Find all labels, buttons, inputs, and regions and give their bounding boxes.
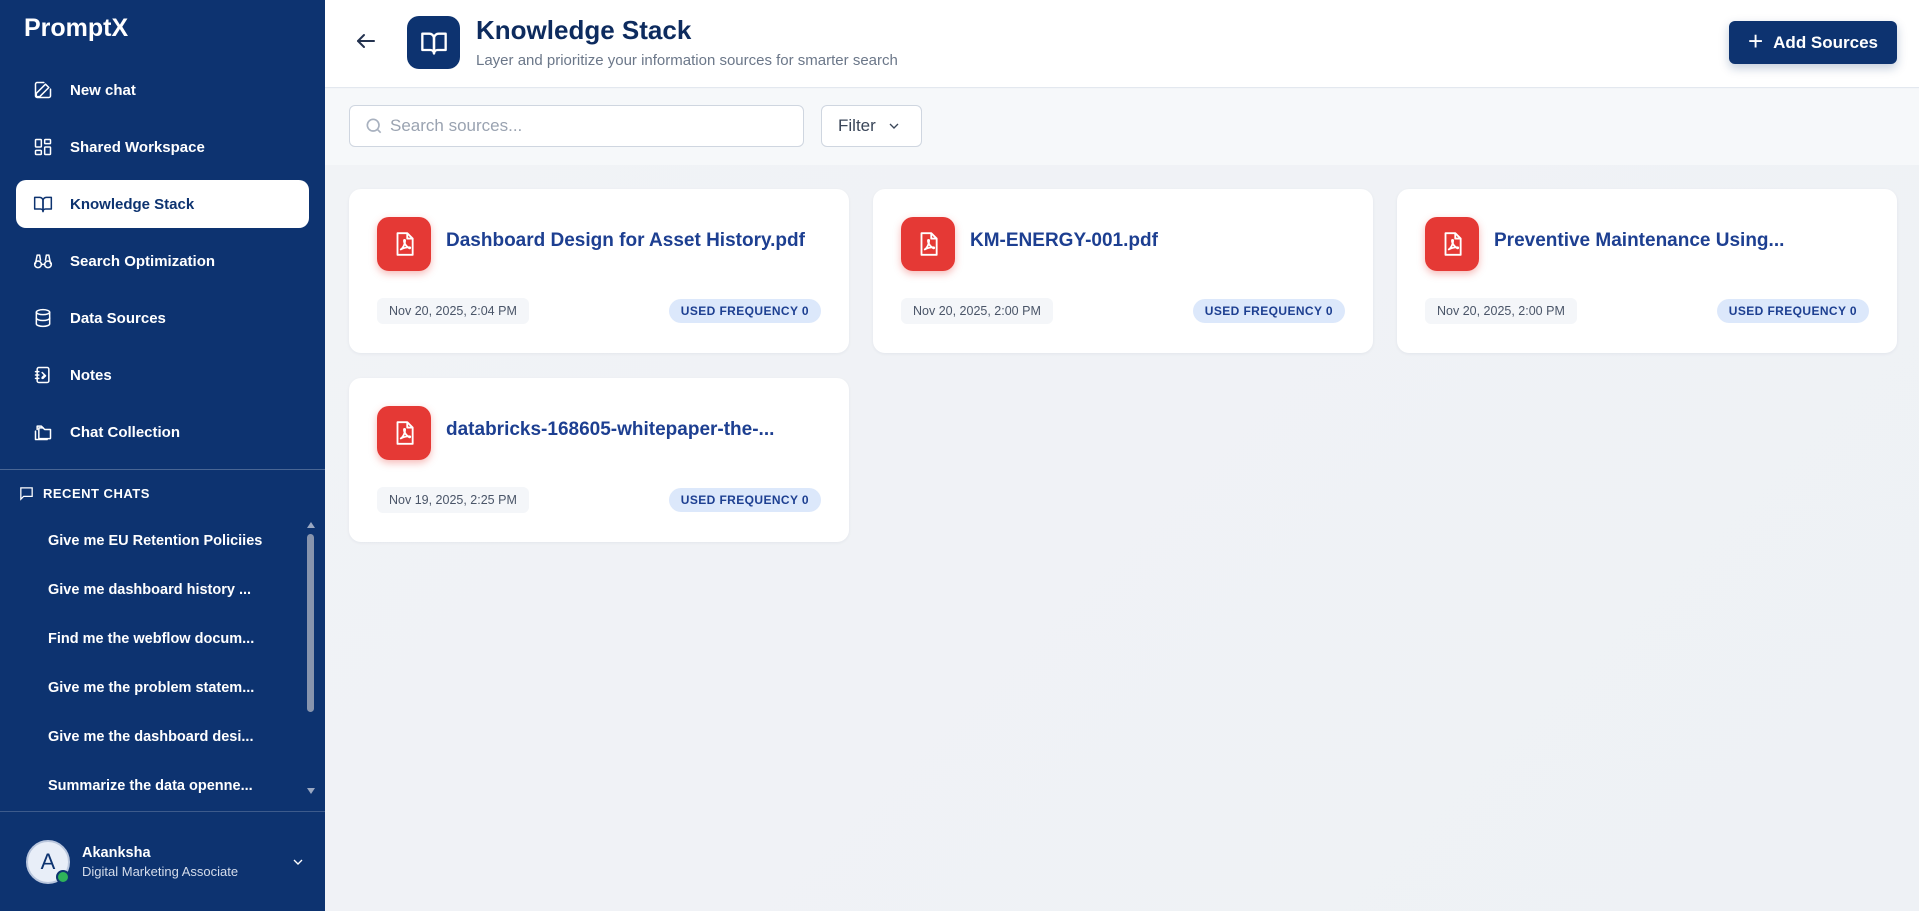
sidebar-item-data-sources[interactable]: Data Sources	[16, 294, 309, 342]
source-date: Nov 20, 2025, 2:00 PM	[901, 298, 1053, 324]
toolbar: Filter	[325, 89, 1919, 165]
source-date: Nov 20, 2025, 2:04 PM	[377, 298, 529, 324]
sidebar-divider	[0, 469, 325, 470]
sidebar-item-chat-collection[interactable]: Chat Collection	[16, 408, 309, 456]
pdf-file-icon	[1425, 217, 1479, 271]
sidebar-item-knowledge-stack[interactable]: Knowledge Stack	[16, 180, 309, 228]
sidebar-item-label: Data Sources	[70, 309, 166, 327]
user-info: Akanksha Digital Marketing Associate	[82, 845, 238, 879]
book-icon	[32, 193, 54, 215]
plus-icon: +	[1747, 26, 1764, 56]
user-role: Digital Marketing Associate	[82, 864, 239, 879]
sidebar-nav: New chat Shared Workspace Knowledge Stac…	[16, 66, 309, 465]
source-title[interactable]: Dashboard Design for Asset History.pdf	[446, 230, 826, 252]
sources-grid: Dashboard Design for Asset History.pdf N…	[325, 165, 1919, 911]
sidebar-item-shared-workspace[interactable]: Shared Workspace	[16, 123, 309, 171]
recent-chats-heading: RECENT CHATS	[18, 485, 150, 502]
database-icon	[32, 307, 54, 329]
user-profile[interactable]: A Akanksha Digital Marketing Associate	[26, 840, 306, 884]
source-date: Nov 19, 2025, 2:25 PM	[377, 487, 529, 513]
grid-icon	[32, 136, 54, 158]
source-title[interactable]: databricks-168605-whitepaper-the-...	[446, 419, 826, 441]
search-box[interactable]	[349, 105, 804, 147]
sidebar-item-new-chat[interactable]: New chat	[16, 66, 309, 114]
user-name: Akanksha	[82, 845, 151, 861]
recent-chat-item[interactable]: Find me the webflow docum...	[0, 614, 305, 663]
filter-button[interactable]: Filter	[821, 105, 922, 147]
source-title[interactable]: KM-ENERGY-001.pdf	[970, 230, 1350, 252]
recent-chat-item[interactable]: Give me the problem statem...	[0, 663, 305, 712]
binoculars-icon	[32, 250, 54, 272]
scroll-up-arrow[interactable]	[307, 522, 315, 528]
chat-bubble-icon	[20, 487, 33, 501]
source-card[interactable]: Dashboard Design for Asset History.pdf N…	[349, 189, 849, 353]
chevron-down-icon[interactable]	[290, 854, 306, 870]
used-frequency-badge: USED FREQUENCY 0	[668, 299, 821, 323]
edit-icon	[32, 79, 54, 101]
pdf-file-icon	[377, 406, 431, 460]
recent-chat-item[interactable]: Summarize the data openne...	[0, 761, 305, 796]
search-icon	[366, 118, 382, 134]
sidebar-item-label: Chat Collection	[70, 423, 181, 441]
recent-chat-item[interactable]: Give me the dashboard desi...	[0, 712, 305, 761]
online-status-dot	[56, 870, 70, 884]
folders-icon	[32, 421, 54, 443]
pdf-file-icon	[377, 217, 431, 271]
sidebar-item-label: Shared Workspace	[70, 138, 205, 156]
brand-logo[interactable]: PromptX	[24, 14, 128, 43]
scroll-down-arrow[interactable]	[307, 788, 315, 794]
sidebar-item-notes[interactable]: Notes	[16, 351, 309, 399]
source-card[interactable]: Preventive Maintenance Using... Nov 20, …	[1397, 189, 1897, 353]
used-frequency-badge: USED FREQUENCY 0	[1192, 299, 1345, 323]
recent-chat-item[interactable]: Give me EU Retention Policiies	[0, 516, 305, 565]
recent-chat-item[interactable]: Give me dashboard history ...	[0, 565, 305, 614]
sidebar-item-label: Search Optimization	[70, 252, 216, 270]
page-title: Knowledge Stack	[476, 15, 692, 45]
page-subtitle: Layer and prioritize your information so…	[476, 52, 898, 69]
back-arrow-icon[interactable]	[354, 29, 380, 55]
source-card[interactable]: KM-ENERGY-001.pdf Nov 20, 2025, 2:00 PM …	[873, 189, 1373, 353]
search-input[interactable]	[390, 116, 770, 136]
used-frequency-badge: USED FREQUENCY 0	[668, 488, 821, 512]
avatar: A	[26, 840, 70, 884]
pdf-file-icon	[901, 217, 955, 271]
recent-chats-scrollbar[interactable]	[305, 522, 317, 794]
recent-chats-list: Give me EU Retention Policiies Give me d…	[0, 516, 305, 796]
add-sources-button[interactable]: + Add Sources	[1729, 21, 1897, 64]
sidebar: PromptX New chat Shared Workspace Knowle…	[0, 0, 325, 911]
notebook-icon	[32, 364, 54, 386]
scroll-thumb[interactable]	[307, 534, 314, 712]
source-card[interactable]: databricks-168605-whitepaper-the-... Nov…	[349, 378, 849, 542]
used-frequency-badge: USED FREQUENCY 0	[1716, 299, 1869, 323]
user-divider	[0, 811, 325, 812]
book-icon	[407, 16, 460, 69]
chevron-down-icon	[889, 123, 899, 129]
sidebar-item-search-optimization[interactable]: Search Optimization	[16, 237, 309, 285]
sidebar-item-label: New chat	[70, 81, 136, 99]
source-title[interactable]: Preventive Maintenance Using...	[1494, 230, 1874, 252]
source-date: Nov 20, 2025, 2:00 PM	[1425, 298, 1577, 324]
page-header: Knowledge Stack Layer and prioritize you…	[325, 0, 1919, 88]
sidebar-item-label: Knowledge Stack	[70, 195, 195, 213]
sidebar-item-label: Notes	[70, 366, 112, 384]
